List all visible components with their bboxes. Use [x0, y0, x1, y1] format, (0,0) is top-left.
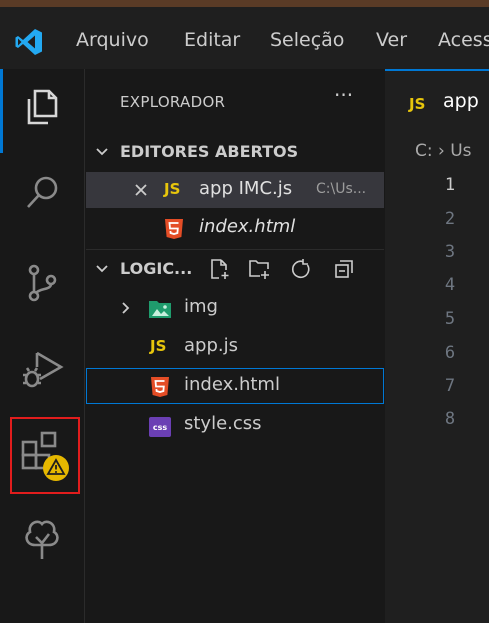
vscode-logo-icon: [15, 29, 42, 55]
menu-acessar[interactable]: Acess: [438, 27, 489, 53]
line-number: 8: [444, 409, 456, 429]
tree-item-file[interactable]: index.html: [86, 368, 384, 404]
explorer-icon[interactable]: [18, 83, 66, 131]
tree-icon[interactable]: [18, 515, 66, 563]
search-icon[interactable]: [18, 169, 66, 217]
editor-area: JS app C: › Us 1 2 3 4 5 6 7 8: [385, 69, 489, 623]
line-number: 4: [444, 275, 456, 295]
explorer-title: EXPLORADOR: [120, 93, 226, 111]
folder-header[interactable]: LOGIC...: [86, 251, 384, 287]
menu-editar[interactable]: Editar: [184, 27, 240, 53]
active-indicator: [0, 69, 3, 153]
title-bar-edge: [0, 0, 489, 7]
chevron-right-icon: [122, 302, 130, 314]
tree-item-file[interactable]: css style.css: [86, 407, 384, 443]
new-file-icon[interactable]: [207, 257, 231, 281]
extensions-highlight: [10, 417, 80, 494]
html-file-icon: [165, 219, 183, 239]
line-number: 2: [444, 209, 456, 229]
line-number: 1: [444, 175, 456, 195]
folder-label: LOGIC...: [120, 259, 193, 278]
tree-item-label: img: [184, 296, 218, 317]
more-actions-button[interactable]: ···: [334, 83, 353, 107]
source-control-icon[interactable]: [18, 259, 66, 307]
css-file-icon: css: [149, 417, 171, 437]
open-editors-label: EDITORES ABERTOS: [120, 142, 299, 161]
js-file-icon: JS: [409, 95, 426, 113]
editor-tab[interactable]: JS app: [385, 69, 489, 133]
open-editor-name: index.html: [199, 216, 296, 237]
section-divider: [86, 249, 384, 250]
js-file-icon: JS: [164, 180, 181, 198]
close-icon[interactable]: [133, 182, 149, 198]
new-folder-icon[interactable]: [247, 257, 271, 281]
open-editor-path: C:\Us...: [316, 181, 367, 197]
tree-item-folder[interactable]: img: [86, 290, 384, 326]
open-editors-header[interactable]: EDITORES ABERTOS: [86, 134, 384, 170]
tab-label: app: [443, 90, 479, 112]
menu-ver[interactable]: Ver: [376, 27, 407, 53]
menu-selecao[interactable]: Seleção: [270, 27, 344, 53]
open-editor-item[interactable]: index.html: [86, 210, 384, 246]
breadcrumb[interactable]: C: › Us: [415, 141, 472, 161]
run-debug-icon[interactable]: [18, 345, 66, 393]
js-file-icon: JS: [150, 337, 167, 355]
open-editor-name: app IMC.js: [199, 178, 293, 199]
chevron-down-icon: [96, 265, 108, 273]
chevron-down-icon: [96, 148, 108, 156]
line-number: 5: [444, 309, 456, 329]
menu-arquivo[interactable]: Arquivo: [76, 27, 149, 53]
open-editor-item[interactable]: JS app IMC.js C:\Us...: [86, 172, 384, 208]
tree-item-file[interactable]: JS app.js: [86, 329, 384, 365]
html-file-icon: [151, 377, 169, 397]
line-number: 3: [444, 242, 456, 262]
tree-item-label: app.js: [184, 335, 238, 356]
menu-bar: Arquivo Editar Seleção Ver Acess: [0, 7, 489, 69]
refresh-icon[interactable]: [289, 257, 313, 281]
activity-bar: [0, 69, 85, 623]
line-number: 6: [444, 343, 456, 363]
tree-item-label: index.html: [184, 374, 280, 395]
collapse-all-icon[interactable]: [332, 257, 356, 281]
line-number: 7: [444, 376, 456, 396]
explorer-sidebar: EXPLORADOR ··· EDITORES ABERTOS JS app I…: [86, 69, 384, 623]
tree-item-label: style.css: [184, 413, 262, 434]
image-folder-icon: [149, 301, 171, 318]
